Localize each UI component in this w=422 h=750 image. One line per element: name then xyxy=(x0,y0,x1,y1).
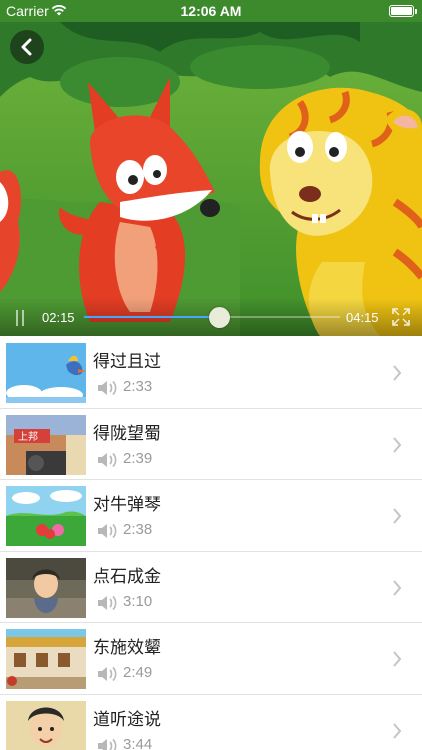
chevron-left-icon xyxy=(21,38,32,56)
chevron-right-icon xyxy=(393,579,402,596)
status-time: 12:06 AM xyxy=(180,3,242,19)
speaker-icon xyxy=(98,666,117,682)
episode-title: 对牛弹琴 xyxy=(93,495,161,514)
list-item[interactable]: 对牛弹琴 2:38 xyxy=(0,480,422,552)
episode-list: 得过且过 2:33 上邦 得陇望蜀 2:39 对牛弹琴 2:38 点石成金 3:… xyxy=(0,337,422,750)
chevron-right-icon xyxy=(393,365,402,381)
episode-thumbnail xyxy=(6,629,86,689)
fullscreen-icon[interactable] xyxy=(392,308,410,326)
list-item[interactable]: 东施效颦 2:49 xyxy=(0,623,422,695)
speaker-icon xyxy=(98,523,117,539)
speaker-icon xyxy=(98,380,117,396)
episode-thumbnail xyxy=(6,343,86,403)
video-player[interactable]: Carrier 12:06 AM 02:15 04:15 xyxy=(0,0,422,336)
chevron-right-icon xyxy=(393,651,402,667)
episode-duration: 2:33 xyxy=(123,378,153,395)
list-item[interactable]: 得过且过 2:33 xyxy=(0,337,422,409)
back-button[interactable] xyxy=(10,30,44,64)
video-frame xyxy=(0,22,422,336)
speaker-icon xyxy=(98,595,117,610)
chevron-right-icon xyxy=(393,508,402,524)
episode-duration: 2:49 xyxy=(123,664,153,681)
episode-thumbnail xyxy=(6,700,86,750)
episode-thumbnail: 上邦 xyxy=(6,414,86,475)
total-time: 04:15 xyxy=(346,310,379,325)
episode-thumbnail xyxy=(6,486,86,546)
chevron-right-icon xyxy=(393,436,402,453)
episode-title: 点石成金 xyxy=(93,566,161,586)
episode-duration: 3:10 xyxy=(123,592,153,610)
speaker-icon xyxy=(98,738,117,750)
list-item[interactable]: 点石成金 3:10 xyxy=(0,551,422,623)
progress-played xyxy=(84,316,220,318)
list-item[interactable]: 道听途说 3:44 xyxy=(0,694,422,750)
episode-thumbnail xyxy=(6,557,86,618)
pause-icon[interactable] xyxy=(14,310,26,326)
speaker-icon xyxy=(98,452,117,467)
current-time: 02:15 xyxy=(42,310,75,325)
episode-title: 道听途说 xyxy=(93,709,161,729)
list-item[interactable]: 上邦 得陇望蜀 2:39 xyxy=(0,408,422,480)
episode-duration: 2:38 xyxy=(123,521,153,538)
thumbnail-sign-text: 上邦 xyxy=(18,430,38,443)
episode-duration: 3:44 xyxy=(123,735,153,750)
episode-title: 得陇望蜀 xyxy=(93,423,161,443)
episode-title: 得过且过 xyxy=(93,352,161,371)
chevron-right-icon xyxy=(393,722,402,739)
status-bar: Carrier 12:06 AM xyxy=(0,0,422,22)
battery-icon xyxy=(389,5,417,17)
progress-thumb[interactable] xyxy=(209,307,231,328)
episode-title: 东施效颦 xyxy=(93,638,161,657)
episode-duration: 2:39 xyxy=(123,449,153,467)
player-controls: 02:15 04:15 xyxy=(0,298,422,336)
